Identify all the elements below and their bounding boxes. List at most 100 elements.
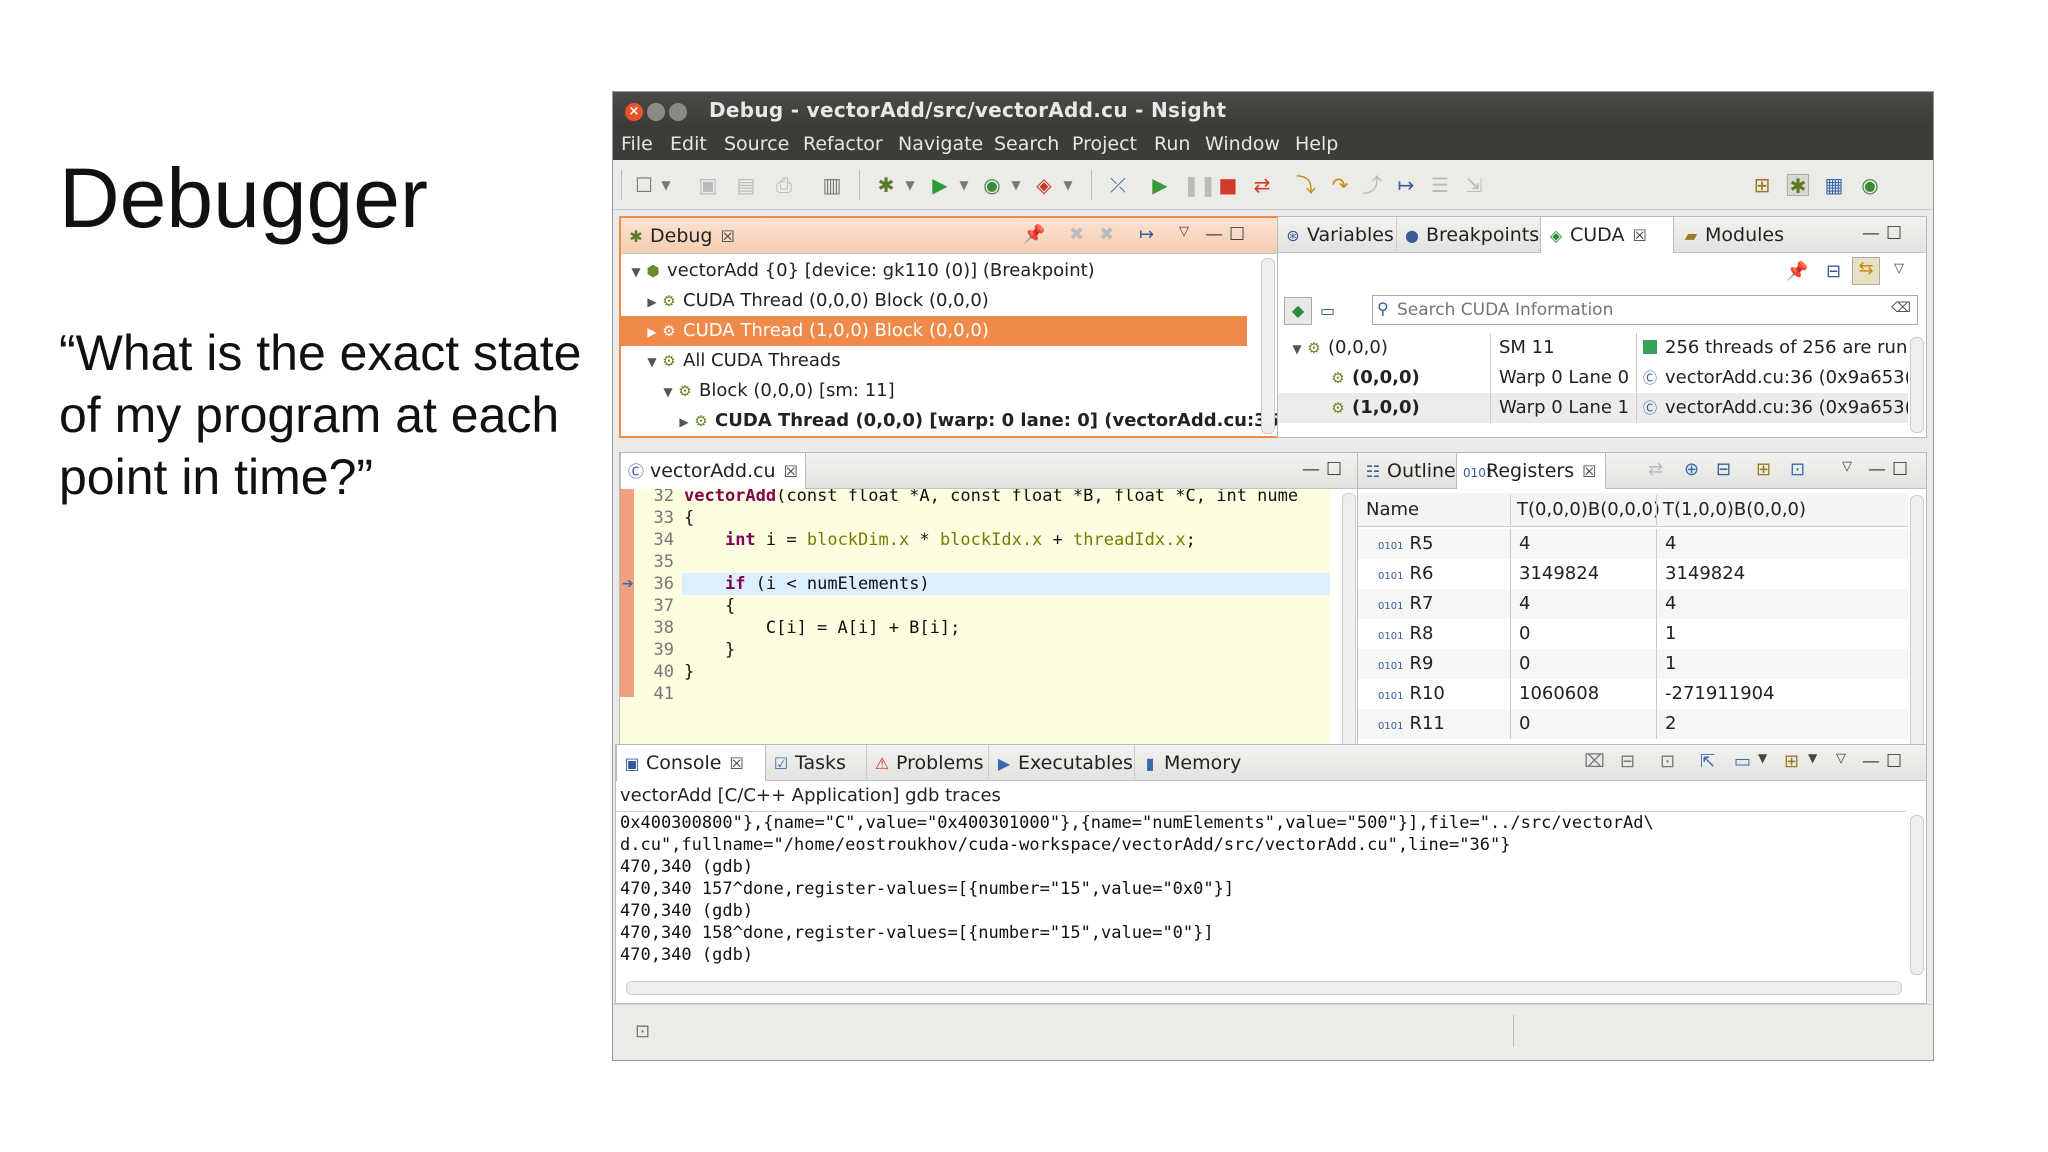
skip-breakpoints-icon[interactable]: ⤫ xyxy=(1107,174,1129,196)
code-line[interactable]: if (i < numElements) xyxy=(684,573,930,595)
debug-icon[interactable]: ✱ xyxy=(875,174,897,196)
menu-navigate[interactable]: Navigate xyxy=(898,133,983,155)
word-wrap-icon[interactable]: ⊡ xyxy=(1660,751,1675,772)
device-icon[interactable]: ▭ xyxy=(1320,301,1335,320)
run-icon[interactable]: ▶ xyxy=(929,174,951,196)
expanded-icon[interactable]: ▼ xyxy=(645,347,659,377)
expand-icon[interactable]: ⊕ xyxy=(1684,459,1699,480)
menu-source[interactable]: Source xyxy=(724,133,789,155)
menu-edit[interactable]: Edit xyxy=(670,133,707,155)
window-close-button[interactable]: × xyxy=(625,103,643,121)
tab-breakpoints[interactable]: ● Breakpoints xyxy=(1396,217,1540,253)
instruction-step-icon[interactable]: ↦ xyxy=(1395,174,1417,196)
close-icon[interactable]: ☒ xyxy=(1632,226,1646,245)
pin-console-icon[interactable]: ⇱ xyxy=(1700,751,1715,772)
maximize-icon[interactable]: ☐ xyxy=(1229,224,1245,245)
disconnect-icon[interactable]: ⇄ xyxy=(1251,174,1273,196)
profile-perspective-icon[interactable]: ◉ xyxy=(1859,174,1881,196)
view-menu-icon[interactable]: ▽ xyxy=(1179,224,1189,239)
menu-help[interactable]: Help xyxy=(1295,133,1338,155)
debug-dropdown-icon[interactable]: ▼ xyxy=(899,174,921,196)
code-line[interactable]: vectorAdd(const float *A, const float *B… xyxy=(684,489,1298,507)
debug-tree-item[interactable]: ▼ ⚙ Block (0,0,0) [sm: 11] xyxy=(621,376,1247,406)
step-into-icon[interactable]: ⤵ xyxy=(1295,174,1317,196)
tab-executables[interactable]: ▶ Executables xyxy=(988,745,1134,781)
new-group-icon[interactable]: ⊞ xyxy=(1756,459,1771,480)
open-console-dropdown-icon[interactable]: ▼ xyxy=(1808,751,1817,765)
sync-icon[interactable]: ⇆ xyxy=(1852,257,1880,285)
external-tools-dropdown-icon[interactable]: ▼ xyxy=(1057,174,1079,196)
minimize-icon[interactable]: — xyxy=(1862,223,1880,244)
minimize-icon[interactable]: — xyxy=(1868,459,1886,480)
collapsed-icon[interactable]: ▶ xyxy=(645,317,659,347)
expanded-icon[interactable]: ▼ xyxy=(629,257,643,287)
layout-icon[interactable]: ⊡ xyxy=(1790,459,1805,480)
column-header-thread0[interactable]: T(0,0,0)B(0,0,0) xyxy=(1510,495,1660,525)
view-menu-icon[interactable]: ▽ xyxy=(1894,261,1904,276)
window-maximize-button[interactable] xyxy=(669,103,687,121)
debug-tree-item[interactable]: ▼ ⚙ All CUDA Threads xyxy=(621,346,1247,376)
cuda-perspective-icon[interactable]: ▦ xyxy=(1823,174,1845,196)
tab-variables[interactable]: ⊛ Variables xyxy=(1278,217,1396,253)
tab-modules[interactable]: ▰ Modules xyxy=(1676,217,1794,253)
debug-tree-item[interactable]: ▶ ⚙ CUDA Thread (0,0,0) Block (0,0,0) xyxy=(621,286,1247,316)
window-minimize-button[interactable] xyxy=(647,103,665,121)
clear-console-icon[interactable]: ⌧ xyxy=(1584,751,1605,772)
code-line[interactable]: int i = blockDim.x * blockIdx.x + thread… xyxy=(684,529,1196,551)
menu-file[interactable]: File xyxy=(621,133,653,155)
tab-debug[interactable]: ✱ Debug ☒ xyxy=(621,218,741,254)
collapse-all-icon[interactable]: ⊟ xyxy=(1826,261,1841,282)
pin-icon[interactable]: 📌 xyxy=(1786,261,1808,282)
register-row[interactable]: 0101 R10 1060608 -271911904 xyxy=(1358,679,1908,709)
tab-memory[interactable]: ▮ Memory xyxy=(1134,745,1244,781)
tab-problems[interactable]: ⚠ Problems xyxy=(866,745,988,781)
register-row[interactable]: 0101 R8 0 1 xyxy=(1358,619,1908,649)
menu-search[interactable]: Search xyxy=(994,133,1059,155)
scroll-lock-icon[interactable]: ⊟ xyxy=(1620,751,1635,772)
tab-cuda[interactable]: ◈ CUDA ☒ xyxy=(1540,217,1674,253)
print-icon[interactable]: ⎙ xyxy=(773,174,795,196)
minimize-icon[interactable]: — xyxy=(1862,751,1880,772)
minimize-icon[interactable]: — xyxy=(1302,459,1320,480)
new-dropdown-icon[interactable]: ▼ xyxy=(655,174,677,196)
register-action-icon[interactable]: ⇄ xyxy=(1648,459,1663,480)
tab-console[interactable]: ▣ Console ☒ xyxy=(616,745,766,781)
maximize-icon[interactable]: ☐ xyxy=(1886,751,1902,772)
display-console-icon[interactable]: ▭ xyxy=(1734,751,1751,772)
remove-launch-icon[interactable]: ✖ xyxy=(1069,224,1084,245)
menu-window[interactable]: Window xyxy=(1205,133,1280,155)
register-row[interactable]: 0101 R5 4 4 xyxy=(1358,529,1908,559)
menu-run[interactable]: Run xyxy=(1154,133,1190,155)
display-console-dropdown-icon[interactable]: ▼ xyxy=(1758,751,1767,765)
close-icon[interactable]: ☒ xyxy=(720,227,734,246)
use-step-filters-icon[interactable]: ⇲ xyxy=(1463,174,1485,196)
cuda-row[interactable]: ▼ ⚙ (0,0,0) SM 11 256 threads of 256 are run… xyxy=(1278,333,1908,363)
pin-icon[interactable]: 📌 xyxy=(1023,224,1045,245)
remove-all-icon[interactable]: ✖ xyxy=(1099,224,1114,245)
step-return-icon[interactable]: ⤴ xyxy=(1361,174,1383,196)
cuda-cube-icon[interactable]: ◆ xyxy=(1284,297,1312,325)
debug-tree-item[interactable]: ▼ ⬢ vectorAdd {0} [device: gk110 (0)] (Bre… xyxy=(621,256,1247,286)
debug-perspective-icon[interactable]: ✱ xyxy=(1787,174,1809,197)
open-console-icon[interactable]: ⊞ xyxy=(1784,751,1799,772)
clear-search-icon[interactable]: ⌫ xyxy=(1891,300,1911,316)
tab-tasks[interactable]: ☑ Tasks xyxy=(766,745,866,781)
collapsed-icon[interactable]: ▶ xyxy=(645,287,659,317)
menu-refactor[interactable]: Refactor xyxy=(803,133,883,155)
search-input[interactable] xyxy=(1397,298,1887,322)
debug-tree-item[interactable]: ▶ ⚙ CUDA Thread (1,0,0) Block (0,0,0) xyxy=(621,316,1247,346)
profile-icon[interactable]: ◉ xyxy=(981,174,1003,196)
resume-icon[interactable]: ▶ xyxy=(1149,174,1171,196)
console-vscrollbar[interactable] xyxy=(1910,815,1924,975)
instruction-step-mode-icon[interactable]: ↦ xyxy=(1139,224,1154,245)
tab-outline[interactable]: ☷ Outline xyxy=(1358,453,1456,489)
cuda-row[interactable]: ⚙ (1,0,0) Warp 0 Lane 1 ⒸvectorAdd.cu:36 (0… xyxy=(1278,393,1908,423)
expanded-icon[interactable]: ▼ xyxy=(1290,334,1304,364)
cuda-scrollbar[interactable] xyxy=(1910,337,1924,433)
tab-vectoradd-cu[interactable]: ⒸvectorAdd.cu ☒ xyxy=(620,453,806,489)
profile-dropdown-icon[interactable]: ▼ xyxy=(1005,174,1027,196)
code-line[interactable]: { xyxy=(684,595,735,617)
code-line[interactable]: } xyxy=(684,639,735,661)
binary-icon[interactable]: ▥ xyxy=(821,174,843,196)
save-all-icon[interactable]: ▤ xyxy=(735,174,757,196)
